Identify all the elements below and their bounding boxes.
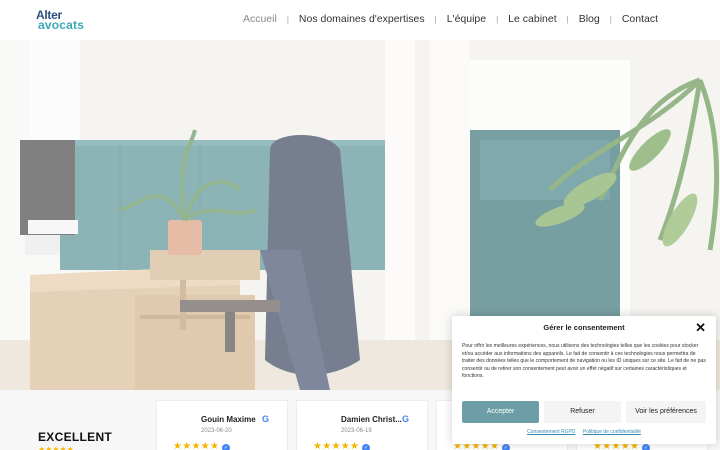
review-card[interactable]: Damien Christ... 2023-06-19 G ★★★★★ ✓ bbox=[296, 400, 428, 450]
review-date: 2023-06-20 bbox=[201, 428, 232, 434]
close-icon[interactable]: ✕ bbox=[695, 320, 706, 336]
review-author: Gouin Maxime bbox=[201, 415, 256, 424]
review-author: Damien Christ... bbox=[341, 415, 402, 424]
consent-title: Gérer le consentement bbox=[543, 323, 625, 332]
privacy-policy-link[interactable]: Politique de confidentialité bbox=[583, 429, 641, 435]
verified-icon: ✓ bbox=[642, 444, 650, 450]
nav-item-cabinet[interactable]: Le cabinet bbox=[498, 13, 566, 25]
rating-stars: ★★★★★ bbox=[38, 445, 74, 450]
accept-button[interactable]: Accepter bbox=[462, 401, 539, 423]
nav-item-contact[interactable]: Contact bbox=[612, 13, 668, 25]
google-icon: G bbox=[261, 414, 269, 424]
google-icon: G bbox=[401, 414, 409, 424]
site-header: Alter avocats Accueil | Nos domaines d'e… bbox=[0, 0, 720, 40]
nav-item-equipe[interactable]: L'équipe bbox=[437, 13, 496, 25]
verified-icon: ✓ bbox=[222, 444, 230, 450]
logo-line2: avocats bbox=[38, 18, 85, 32]
consent-text: Pour offrir les meilleures expériences, … bbox=[462, 343, 706, 380]
gdpr-consent-link[interactable]: Consentement RGPD bbox=[527, 429, 575, 435]
nav-item-accueil[interactable]: Accueil bbox=[233, 13, 287, 25]
verified-icon: ✓ bbox=[362, 444, 370, 450]
verified-icon: ✓ bbox=[502, 444, 510, 450]
refuse-button[interactable]: Refuser bbox=[544, 401, 621, 423]
preferences-button[interactable]: Voir les préférences bbox=[626, 401, 706, 423]
consent-links: Consentement RGPD Politique de confident… bbox=[452, 429, 716, 435]
site-logo[interactable]: Alter avocats bbox=[36, 8, 96, 34]
rating-label: EXCELLENT bbox=[38, 430, 113, 444]
consent-dialog: Gérer le consentement ✕ Pour offrir les … bbox=[452, 316, 716, 444]
nav-item-expertises[interactable]: Nos domaines d'expertises bbox=[289, 13, 435, 25]
main-nav: Accueil | Nos domaines d'expertises | L'… bbox=[233, 13, 668, 25]
review-card[interactable]: Gouin Maxime 2023-06-20 G ★★★★★ ✓ bbox=[156, 400, 288, 450]
page: Alter avocats Accueil | Nos domaines d'e… bbox=[0, 0, 720, 450]
review-date: 2023-06-19 bbox=[341, 428, 372, 434]
review-stars: ★★★★★ bbox=[313, 441, 360, 450]
review-stars: ★★★★★ bbox=[173, 441, 220, 450]
nav-item-blog[interactable]: Blog bbox=[569, 13, 610, 25]
